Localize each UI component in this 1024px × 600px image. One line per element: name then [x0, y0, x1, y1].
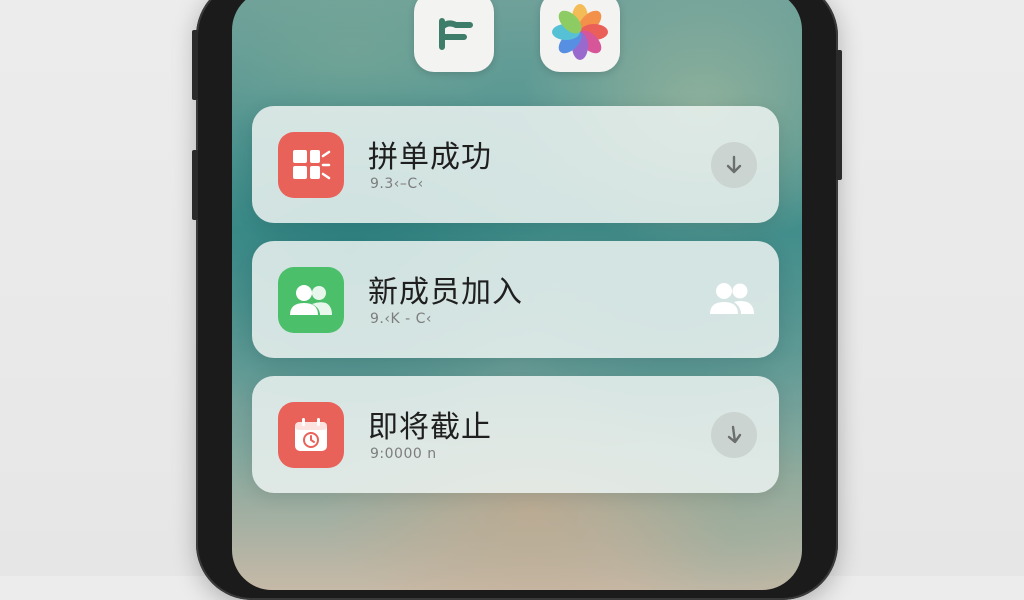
notification-title: 新成员加入 — [368, 275, 523, 310]
arrow-down-icon — [726, 155, 742, 174]
notification-card-new-member[interactable]: 新成员加入 9.‹K - C‹ — [252, 241, 779, 358]
calendar-icon — [278, 402, 344, 468]
volume-up-button — [192, 30, 198, 100]
photos-flower-icon — [552, 4, 608, 60]
arrow-down-icon — [727, 425, 742, 444]
people-icon — [710, 283, 754, 314]
photos-app-icon[interactable] — [540, 0, 620, 72]
volume-down-button — [192, 150, 198, 220]
grid-icon — [278, 132, 344, 198]
notification-subtitle: 9.3‹–C‹ — [370, 176, 424, 192]
people-icon — [278, 267, 344, 333]
feishu-logo-icon — [439, 18, 473, 50]
notification-title: 拼单成功 — [368, 140, 492, 175]
notification-card-deadline[interactable]: 即将截止 9:0000 n — [252, 376, 779, 493]
feishu-app-icon[interactable] — [414, 0, 494, 72]
notification-title: 即将截止 — [368, 410, 492, 445]
members-button[interactable] — [705, 275, 759, 323]
power-button — [836, 50, 842, 180]
notification-card-group-order-success[interactable]: 拼单成功 9.3‹–C‹ — [252, 106, 779, 223]
download-button[interactable] — [711, 412, 757, 458]
notification-subtitle: 9:0000 n — [370, 446, 437, 462]
notification-subtitle: 9.‹K - C‹ — [370, 311, 432, 327]
download-button[interactable] — [711, 142, 757, 188]
